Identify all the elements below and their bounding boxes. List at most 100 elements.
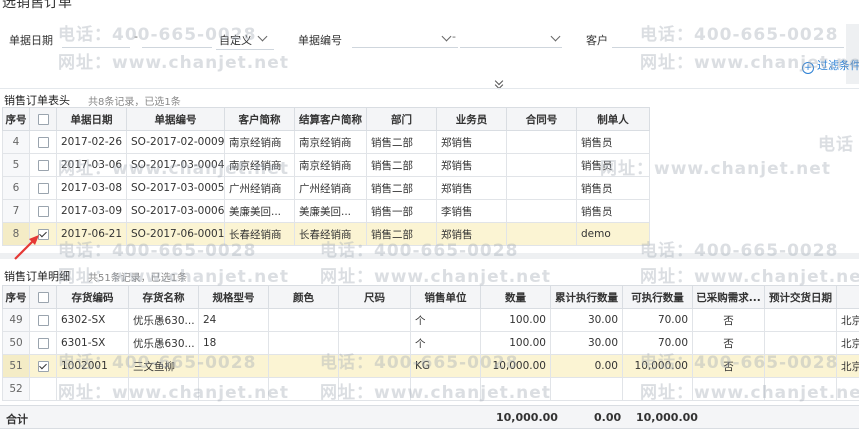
table-row[interactable]: 50 6301-SX优乐愚630...18 个100.0030.0070.00否 北京 <box>2 331 859 355</box>
table-row[interactable]: 49 6302-SX优乐愚630...24 个100.0030.0070.00否 北京 <box>2 308 859 332</box>
column-header[interactable]: 存货编码 <box>56 285 129 309</box>
cell-avail: 10,000.00 <box>622 354 693 378</box>
date-to-input[interactable] <box>142 28 212 48</box>
row-checkbox[interactable] <box>37 205 49 217</box>
date-mode-select[interactable]: 自定义 <box>219 32 252 48</box>
column-header[interactable]: 累计执行数量 <box>550 285 623 309</box>
customer-label: 客户 <box>586 34 608 47</box>
filter-conditions-link[interactable]: + 过滤条件 <box>802 57 859 74</box>
table-row[interactable]: 511002001三文鱼柳KG10,000.000.0010,000.00否北京 <box>2 354 859 378</box>
annotation-arrow-icon <box>14 235 39 260</box>
cell-size <box>338 377 411 401</box>
cell-date: 2017-03-06 <box>56 153 127 177</box>
scrollbar[interactable] <box>846 24 859 84</box>
column-header[interactable]: 预计交货日期 <box>764 285 837 309</box>
row-checkbox-cell[interactable] <box>29 130 57 154</box>
row-checkbox-cell[interactable] <box>29 199 57 223</box>
cell-qty: 10,000.00 <box>480 354 551 378</box>
header-section-summary: 共8条记录，已选1条 <box>88 97 181 108</box>
cell-done: 0.00 <box>550 354 623 378</box>
cell-color <box>268 377 339 401</box>
row-checkbox[interactable] <box>37 314 49 326</box>
column-header[interactable]: 序号 <box>2 107 30 131</box>
column-header[interactable]: 客户简称 <box>224 107 295 131</box>
column-header[interactable]: 可执行数量 <box>622 285 693 309</box>
table-row[interactable]: 52 <box>2 377 859 401</box>
row-seq: 52 <box>2 377 30 401</box>
column-header[interactable] <box>29 285 57 309</box>
row-checkbox-cell[interactable] <box>29 377 57 401</box>
cell-spec: 18 <box>198 331 269 355</box>
table-row[interactable]: 8 2017-06-21 SO-2017-06-0001 长春经销商 长春经销商 销售二部… <box>2 222 650 246</box>
column-header[interactable]: 销售单位 <box>410 285 481 309</box>
doc-no-to-input[interactable] <box>460 28 562 48</box>
column-header[interactable]: 序号 <box>2 285 30 309</box>
column-header[interactable]: 尺码 <box>338 285 411 309</box>
section-splitter[interactable] <box>0 253 859 259</box>
column-header[interactable]: 结算客户简称 <box>294 107 367 131</box>
doc-no-separator: - <box>452 30 456 43</box>
cell-color <box>268 308 339 332</box>
row-checkbox[interactable] <box>37 337 49 349</box>
column-header[interactable]: 制单人 <box>576 107 650 131</box>
cell-sales: 郑销售 <box>436 153 507 177</box>
cell-code: 1002001 <box>56 354 129 378</box>
divider <box>0 88 859 89</box>
column-header[interactable]: 数量 <box>480 285 551 309</box>
cell-customer: 南京经销商 <box>224 153 295 177</box>
cell-no: SO-2017-02-0009 <box>126 130 225 154</box>
column-header[interactable] <box>29 107 57 131</box>
column-header[interactable]: 单据编号 <box>126 107 225 131</box>
cell-purchased: 否 <box>692 354 765 378</box>
row-checkbox[interactable] <box>37 360 49 372</box>
row-checkbox-cell[interactable] <box>29 308 57 332</box>
cell-sales: 郑销售 <box>436 222 507 246</box>
cell-contract <box>506 176 577 200</box>
watermark-phone-short: 电话 <box>818 135 854 155</box>
column-header[interactable]: 颜色 <box>268 285 339 309</box>
cell-customer: 长春经销商 <box>224 222 295 246</box>
table-row[interactable]: 5 2017-03-06 SO-2017-03-0004 南京经销商 南京经销商 销售二部… <box>2 153 650 177</box>
column-header[interactable]: 存货名称 <box>128 285 199 309</box>
cell-size <box>338 331 411 355</box>
cell-spec <box>198 377 269 401</box>
row-checkbox-cell[interactable] <box>29 354 57 378</box>
row-checkbox-cell[interactable] <box>29 331 57 355</box>
cell-customer: 南京经销商 <box>224 130 295 154</box>
detail-section-title: 销售订单明细 <box>4 270 70 283</box>
cell-unit: 个 <box>410 331 481 355</box>
column-header[interactable]: 已采购需求... <box>692 285 765 309</box>
detail-section-summary: 共51条记录，已选1条 <box>88 273 188 284</box>
select-all-checkbox[interactable] <box>37 113 49 125</box>
cell-code: 6302-SX <box>56 308 129 332</box>
row-checkbox[interactable] <box>37 159 49 171</box>
column-header[interactable]: 合同号 <box>506 107 577 131</box>
row-checkbox[interactable] <box>37 136 49 148</box>
cell-purchased <box>692 377 765 401</box>
row-checkbox-cell[interactable] <box>29 176 57 200</box>
cell-name: 优乐愚630... <box>128 331 199 355</box>
cell-contract <box>506 130 577 154</box>
date-from-input[interactable] <box>62 28 130 48</box>
table-row[interactable]: 6 2017-03-08 SO-2017-03-0005 广州经销商 广州经销商 销售二部… <box>2 176 650 200</box>
column-header[interactable]: 业务员 <box>436 107 507 131</box>
cell-contract <box>506 222 577 246</box>
cell-sales: 郑销售 <box>436 176 507 200</box>
column-header[interactable]: 规格型号 <box>198 285 269 309</box>
table-row[interactable]: 4 2017-02-26 SO-2017-02-0009 南京经销商 南京经销商 销售二部… <box>2 130 650 154</box>
table-row[interactable]: 7 2017-03-09 SO-2017-03-0006 美廉美回... 美廉美回...… <box>2 199 650 223</box>
column-header[interactable] <box>836 285 859 309</box>
row-checkbox-cell[interactable] <box>29 153 57 177</box>
row-seq: 51 <box>2 354 30 378</box>
page-title: 选销售订单 <box>2 0 72 11</box>
column-header[interactable]: 单据日期 <box>56 107 127 131</box>
cell-date: 2017-03-08 <box>56 176 127 200</box>
column-header[interactable]: 部门 <box>366 107 437 131</box>
cell-maker: 销售员 <box>576 176 650 200</box>
row-checkbox[interactable] <box>37 182 49 194</box>
cell-size <box>338 308 411 332</box>
cell-avail: 70.00 <box>622 308 693 332</box>
select-all-checkbox[interactable] <box>37 291 49 303</box>
customer-input[interactable] <box>612 28 844 48</box>
date-mode-chevron-down-icon[interactable] <box>257 31 268 42</box>
